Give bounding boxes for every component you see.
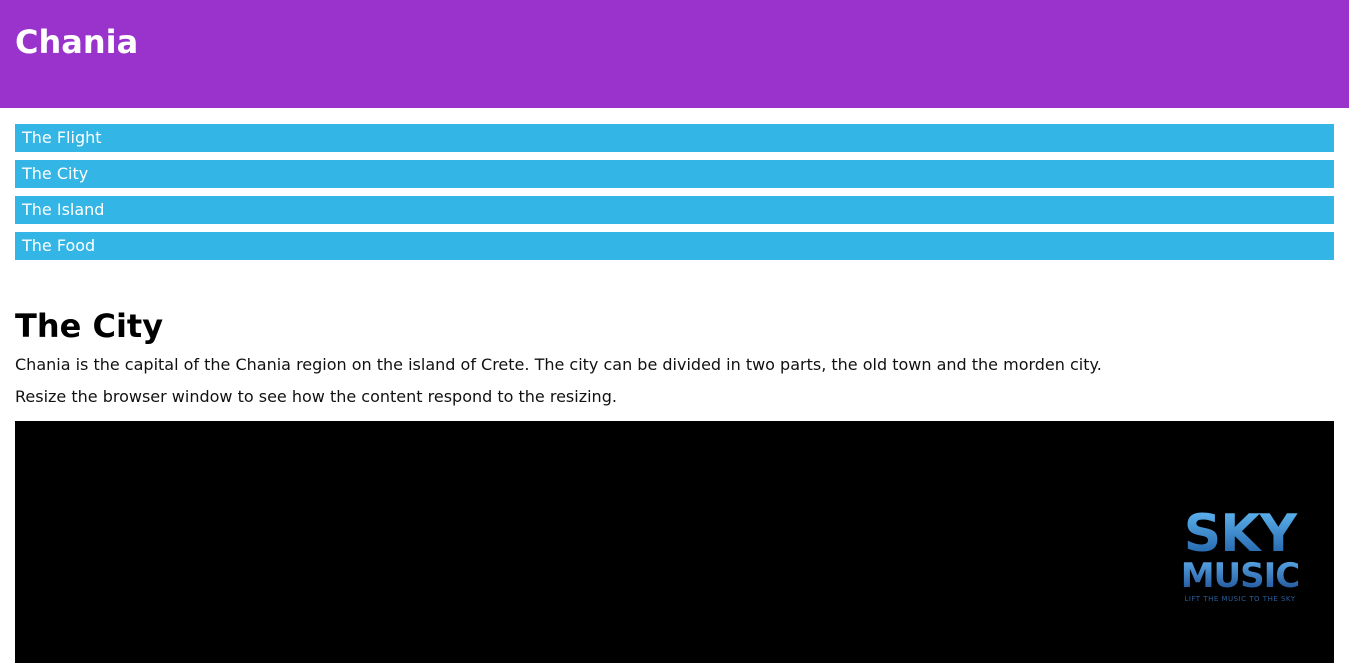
menu-item-the-island[interactable]: The Island xyxy=(15,196,1334,224)
logo-line-sky: SKY xyxy=(1165,508,1315,560)
page-header: Chania xyxy=(0,0,1349,108)
menu-item-the-flight[interactable]: The Flight xyxy=(15,124,1334,152)
sky-music-logo: SKY MUSIC LIFT THE MUSIC TO THE SKY xyxy=(1165,508,1315,605)
menu-item-the-city[interactable]: The City xyxy=(15,160,1334,188)
nav-menu: The Flight The City The Island The Food xyxy=(15,124,1334,268)
logo-line-music: MUSIC xyxy=(1165,559,1315,593)
description-paragraph: Chania is the capital of the Chania regi… xyxy=(15,355,1102,374)
logo-tagline: LIFT THE MUSIC TO THE SKY xyxy=(1184,595,1296,603)
section-heading: The City xyxy=(15,307,164,345)
video-player[interactable]: SKY MUSIC LIFT THE MUSIC TO THE SKY xyxy=(15,421,1334,663)
site-title: Chania xyxy=(15,23,139,61)
resize-hint-paragraph: Resize the browser window to see how the… xyxy=(15,387,617,406)
menu-item-the-food[interactable]: The Food xyxy=(15,232,1334,260)
main-content: The City Chania is the capital of the Ch… xyxy=(15,303,1334,413)
